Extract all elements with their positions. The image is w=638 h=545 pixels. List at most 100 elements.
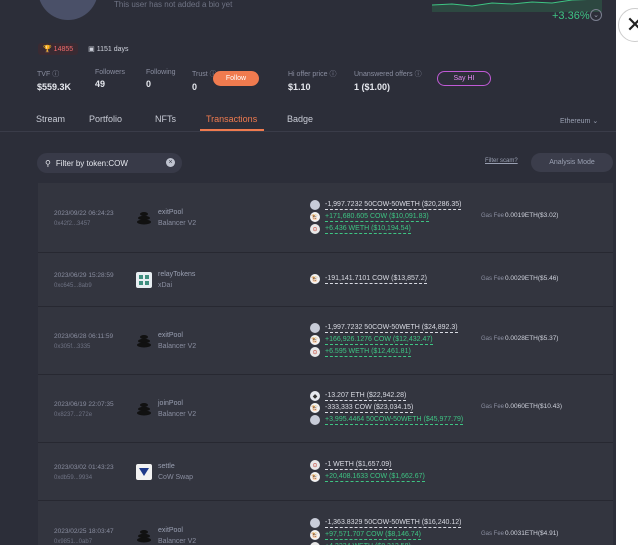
token-change[interactable]: ⊙ +6.436 WETH ($10,194.54) xyxy=(310,224,411,234)
token-change-text: +166,926.1276 COW ($12,432.47) xyxy=(325,336,433,345)
stat-hi-offer-value: $1.10 xyxy=(288,82,311,92)
stat-unanswered-value: 1 ($1.00) xyxy=(354,82,391,92)
say-hi-button[interactable]: Say HI xyxy=(437,71,491,86)
token-change[interactable]: 🐮 -333,333 COW ($23,034.15) xyxy=(310,403,414,413)
days-badge-value: 1151 days xyxy=(96,46,129,53)
change-percent: +3.36% xyxy=(552,10,590,22)
filter-scam-link[interactable]: Filter scam? xyxy=(485,158,518,164)
profile-tabs: Stream Portfolio NFTs Transactions Badge xyxy=(36,114,313,124)
tx-hash[interactable]: 0xc645...8ab9 xyxy=(54,283,92,289)
tx-date: 2023/09/22 06:24:23 xyxy=(54,210,114,217)
lp-token-icon xyxy=(310,200,320,210)
token-change-text: -1,997.7232 50COW-50WETH ($20,286.35) xyxy=(325,201,462,210)
lp-token-icon xyxy=(310,415,320,425)
token-change[interactable]: -1,363.8329 50COW-50WETH ($16,240.12) xyxy=(310,518,462,528)
token-change[interactable]: 🐮 +166,926.1276 COW ($12,432.47) xyxy=(310,335,433,345)
close-icon[interactable]: ✕ xyxy=(618,8,638,42)
stat-hi-offer: Hi offer price ⓘ $1.10 xyxy=(288,69,337,92)
tx-date: 2023/06/28 06:11:59 xyxy=(54,333,114,340)
tx-method: exitPool xyxy=(158,332,183,339)
stat-hi-offer-label: Hi offer price xyxy=(288,71,328,78)
weth-token-icon: ⊙ xyxy=(310,224,320,234)
token-change[interactable]: ◆ -13.207 ETH ($22,942.28) xyxy=(310,391,407,401)
token-filter-chip[interactable]: ⚲ Filter by token:COW × xyxy=(37,153,182,173)
cow-token-icon: 🐮 xyxy=(310,335,320,345)
tx-hash[interactable]: 0xdb59...9934 xyxy=(54,475,92,481)
stat-tvf: TVF ⓘ $559.3K xyxy=(37,69,77,92)
chevron-down-icon[interactable]: ⌄ xyxy=(590,9,602,21)
tx-date: 2023/03/02 01:43:23 xyxy=(54,464,114,471)
token-change-text: +3,995.4464 50COW-50WETH ($45,977.79) xyxy=(325,416,464,425)
lp-token-icon xyxy=(310,518,320,528)
xdai-icon xyxy=(136,272,152,288)
token-change[interactable]: ⊙ -1 WETH ($1,657.09) xyxy=(310,460,392,470)
weth-token-icon: ⊙ xyxy=(310,347,320,357)
table-row[interactable]: 2023/09/22 06:24:23 0x42f2...3457 exitPool… xyxy=(38,183,613,253)
token-change[interactable]: -1,997.7232 50COW-50WETH ($20,286.35) xyxy=(310,200,462,210)
stat-trust-label: Trust xyxy=(192,71,208,78)
tab-nfts[interactable]: NFTs xyxy=(155,114,206,124)
token-change[interactable]: 🐮 +97,571.707 COW ($8,146.74) xyxy=(310,530,421,540)
tab-stream[interactable]: Stream xyxy=(36,114,89,124)
token-change-text: -191,141.7101 COW ($13,857.2) xyxy=(325,275,427,284)
tab-transactions[interactable]: Transactions xyxy=(206,114,287,124)
profile-modal: This user has not added a bio yet +3.36%… xyxy=(0,0,616,545)
tx-hash[interactable]: 0x9851...0ab7 xyxy=(54,539,92,545)
gas-fee-value: 0.0028ETH($5.37) xyxy=(505,335,559,342)
tx-date: 2023/02/25 18:03:47 xyxy=(54,528,114,535)
tx-hash[interactable]: 0x305f...3335 xyxy=(54,344,90,350)
token-change[interactable]: ⊙ +6.595 WETH ($12,461.81) xyxy=(310,347,411,357)
tab-badge[interactable]: Badge xyxy=(287,114,313,124)
cow-token-icon: 🐮 xyxy=(310,403,320,413)
tx-method: exitPool xyxy=(158,209,183,216)
tx-protocol: CoW Swap xyxy=(158,474,194,481)
token-change[interactable]: 🐮 +171,680.605 COW ($10,091.83) xyxy=(310,212,429,222)
analysis-mode-button[interactable]: Analysis Mode xyxy=(531,153,613,172)
tx-method: exitPool xyxy=(158,527,183,534)
cowswap-icon xyxy=(136,464,152,480)
token-change-text: -1,997.7232 50COW-50WETH ($24,892.3) xyxy=(325,324,458,333)
token-change-text: -1,363.8329 50COW-50WETH ($16,240.12) xyxy=(325,519,462,528)
gas-fee-value: 0.0019ETH($3.02) xyxy=(505,212,559,219)
tx-protocol: Balancer V2 xyxy=(158,538,197,545)
table-row[interactable]: 2023/02/25 18:03:47 0x9851...0ab7 exitPool… xyxy=(38,501,613,545)
stat-followers-label: Followers xyxy=(95,69,125,76)
info-icon: ⓘ xyxy=(414,71,422,78)
cow-token-icon: 🐮 xyxy=(310,274,320,284)
stat-following-value: 0 xyxy=(146,79,152,89)
balancer-icon xyxy=(136,528,152,544)
tab-portfolio[interactable]: Portfolio xyxy=(89,114,155,124)
token-change[interactable]: +3,995.4464 50COW-50WETH ($45,977.79) xyxy=(310,415,464,425)
table-row[interactable]: 2023/06/28 06:11:59 0x305f...3335 exitPool… xyxy=(38,307,613,375)
divider xyxy=(0,131,616,132)
tx-protocol: xDai xyxy=(158,282,173,289)
token-filter-label: Filter by token:COW xyxy=(55,158,128,168)
balancer-icon xyxy=(136,210,152,226)
token-change[interactable]: 🐮 -191,141.7101 COW ($13,857.2) xyxy=(310,274,427,284)
table-row[interactable]: 2023/06/19 22:07:35 0x8237...272e joinPool… xyxy=(38,375,613,443)
clear-filter-icon[interactable]: × xyxy=(166,158,175,167)
transactions-table: 2023/09/22 06:24:23 0x42f2...3457 exitPool… xyxy=(38,183,613,545)
rank-badge-value: 14855 xyxy=(53,46,74,53)
eth-token-icon: ◆ xyxy=(310,391,320,401)
network-select-value: Ethereum xyxy=(560,118,591,125)
gas-fee-label: Gas Fee xyxy=(481,336,505,342)
follow-button[interactable]: Follow xyxy=(213,71,259,86)
token-change[interactable]: -1,997.7232 50COW-50WETH ($24,892.3) xyxy=(310,323,458,333)
tx-method: settle xyxy=(158,463,175,470)
token-change-text: -1 WETH ($1,657.09) xyxy=(325,461,392,470)
stat-following[interactable]: Following 0 xyxy=(146,69,176,89)
token-change[interactable]: 🐮 +20,408.1633 COW ($1,662.67) xyxy=(310,472,425,482)
tx-hash[interactable]: 0x42f2...3457 xyxy=(54,221,90,227)
table-row[interactable]: 2023/06/29 15:28:59 0xc645...8ab9 relayTok… xyxy=(38,253,613,307)
tx-hash[interactable]: 0x8237...272e xyxy=(54,412,92,418)
tx-protocol: Balancer V2 xyxy=(158,220,197,227)
lp-token-icon xyxy=(310,323,320,333)
table-row[interactable]: 2023/03/02 01:43:23 0xdb59...9934 settle Co… xyxy=(38,443,613,501)
network-select[interactable]: Ethereum ⌄ xyxy=(560,117,598,125)
tx-date: 2023/06/29 15:28:59 xyxy=(54,272,114,279)
token-change-text: -333,333 COW ($23,034.15) xyxy=(325,404,414,413)
cow-token-icon: 🐮 xyxy=(310,530,320,540)
stat-followers[interactable]: Followers 49 xyxy=(95,69,128,89)
stat-tvf-label: TVF xyxy=(37,71,51,78)
